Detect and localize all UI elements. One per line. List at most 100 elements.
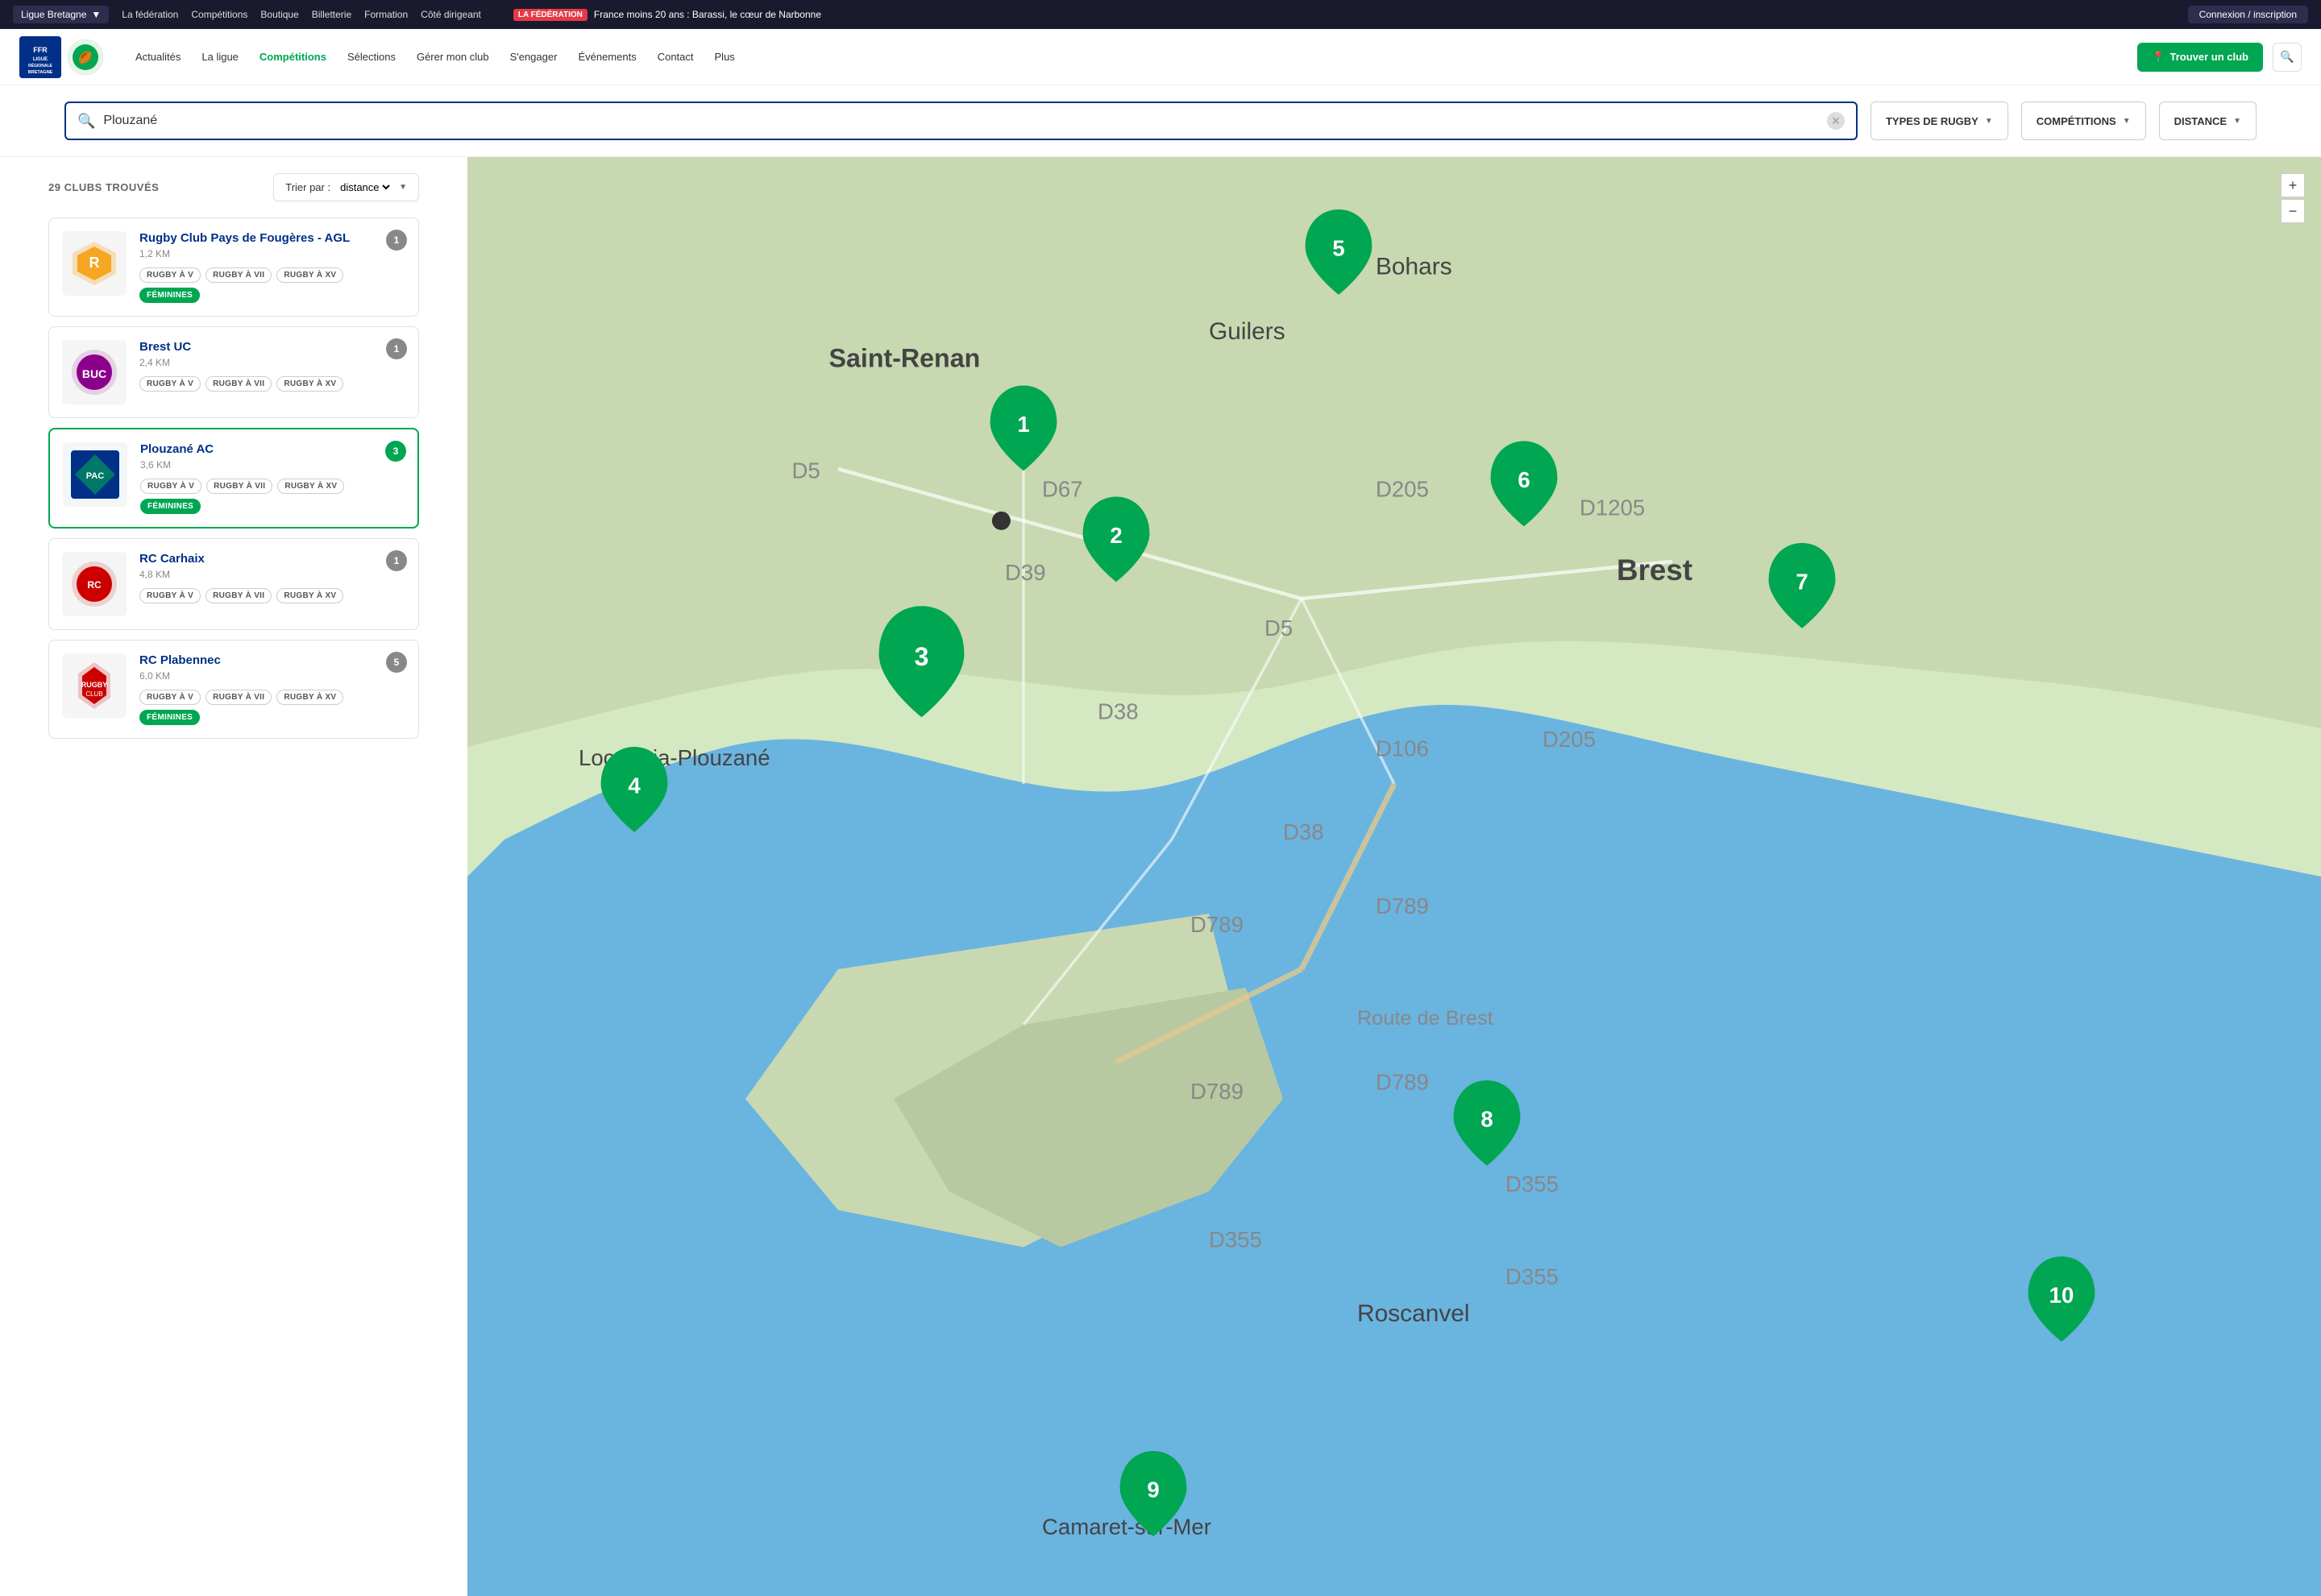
club-distance-2: 2,4 KM (139, 357, 405, 368)
svg-text:CLUB: CLUB (85, 690, 102, 698)
types-rugby-label: TYPES DE RUGBY (1886, 115, 1978, 127)
nav-competitions[interactable]: Compétitions (250, 44, 336, 69)
svg-text:Route de Brest: Route de Brest (1357, 1007, 1493, 1030)
tag-rugby-v: RUGBY À V (139, 267, 201, 283)
nav-formation[interactable]: Formation (364, 9, 408, 20)
svg-text:Roscanvel: Roscanvel (1357, 1300, 1470, 1327)
svg-text:Brest: Brest (1617, 553, 1692, 587)
club-logo-1: R (62, 231, 127, 296)
nav-gerer-club[interactable]: Gérer mon club (407, 44, 499, 69)
svg-text:Saint-Renan: Saint-Renan (829, 344, 981, 373)
search-input[interactable] (103, 114, 1819, 128)
chevron-down-icon: ▼ (91, 9, 101, 20)
tag-rugby-vii: RUGBY À VII (206, 588, 272, 603)
map-area: D5 D67 D205 D1205 D39 D5 D38 D106 D205 D… (467, 157, 2321, 1596)
results-count: 29 CLUBS TROUVÉS (48, 181, 159, 193)
svg-text:BRETAGNE: BRETAGNE (28, 70, 53, 75)
nav-selections[interactable]: Sélections (338, 44, 405, 69)
news-text: France moins 20 ans : Barassi, le cœur d… (594, 9, 821, 20)
svg-text:D355: D355 (1505, 1264, 1559, 1289)
tag-rugby-v: RUGBY À V (140, 479, 201, 494)
nav-items: Actualités La ligue Compétitions Sélecti… (126, 44, 2134, 69)
login-button[interactable]: Connexion / inscription (2188, 6, 2308, 23)
nav-plus[interactable]: Plus (705, 44, 745, 69)
nav-contact[interactable]: Contact (648, 44, 704, 69)
region-label: Ligue Bretagne (21, 9, 86, 20)
club-card-3[interactable]: PAC Plouzané AC 3,6 KM RUGBY À V RUGBY À… (48, 428, 419, 529)
distance-filter[interactable]: DISTANCE ▼ (2159, 102, 2257, 140)
svg-text:D39: D39 (1005, 560, 1046, 585)
sort-label: Trier par : (285, 181, 330, 193)
svg-text:D106: D106 (1376, 736, 1429, 761)
top-banner-news: LA FÉDÉRATION France moins 20 ans : Bara… (513, 9, 2172, 21)
zoom-out-button[interactable]: − (2281, 199, 2305, 223)
nav-evenements[interactable]: Événements (568, 44, 646, 69)
tag-rugby-v: RUGBY À V (139, 376, 201, 392)
svg-text:D355: D355 (1505, 1171, 1559, 1196)
chevron-down-icon: ▼ (2233, 117, 2241, 126)
club-card-5[interactable]: RUGBY CLUB RC Plabennec 6,0 KM RUGBY À V… (48, 640, 419, 739)
nav-competitions[interactable]: Compétitions (191, 9, 247, 20)
svg-text:BUC: BUC (82, 367, 106, 380)
nav-boutique[interactable]: Boutique (260, 9, 298, 20)
club-badge-4: 1 (386, 550, 407, 571)
tag-rugby-vii: RUGBY À VII (206, 479, 272, 494)
region-selector[interactable]: Ligue Bretagne ▼ (13, 6, 109, 23)
club-badge-1: 1 (386, 230, 407, 251)
clear-search-button[interactable]: × (1827, 112, 1845, 130)
content-area: 29 CLUBS TROUVÉS Trier par : distance no… (0, 157, 2321, 1596)
tag-rugby-xv: RUGBY À XV (276, 588, 343, 603)
tag-rugby-vii: RUGBY À VII (206, 690, 272, 705)
tag-rugby-xv: RUGBY À XV (276, 376, 343, 392)
nav-billetterie[interactable]: Billetterie (312, 9, 351, 20)
svg-text:9: 9 (1147, 1478, 1159, 1503)
tag-rugby-vii: RUGBY À VII (206, 376, 272, 392)
find-club-label: Trouver un club (2169, 51, 2248, 63)
svg-text:1: 1 (1017, 412, 1029, 437)
nav-s-engager[interactable]: S'engager (500, 44, 567, 69)
find-club-button[interactable]: 📍 Trouver un club (2137, 43, 2263, 72)
search-icon: 🔍 (2280, 50, 2294, 64)
svg-text:D67: D67 (1042, 477, 1083, 502)
map-pin-dot (992, 512, 1011, 530)
types-rugby-filter[interactable]: TYPES DE RUGBY ▼ (1871, 102, 2008, 140)
chevron-down-icon: ▼ (1985, 117, 1993, 126)
search-icon-input: 🔍 (77, 113, 95, 130)
svg-text:FFR: FFR (33, 46, 48, 54)
svg-text:PAC: PAC (86, 471, 104, 481)
svg-text:4: 4 (628, 773, 641, 798)
results-header: 29 CLUBS TROUVÉS Trier par : distance no… (48, 173, 419, 201)
club-tags-4: RUGBY À V RUGBY À VII RUGBY À XV (139, 588, 405, 603)
svg-text:8: 8 (1480, 1107, 1493, 1132)
club-info-5: RC Plabennec 6,0 KM RUGBY À V RUGBY À VI… (139, 653, 405, 725)
club-tags-3: RUGBY À V RUGBY À VII RUGBY À XV FÉMININ… (140, 479, 405, 514)
club-name-5: RC Plabennec (139, 653, 405, 667)
search-nav-button[interactable]: 🔍 (2273, 43, 2302, 72)
svg-text:10: 10 (2049, 1283, 2074, 1308)
competitions-label: COMPÉTITIONS (2037, 115, 2116, 127)
ffr-logo: FFR LIGUE RÉGIONALE BRETAGNE (19, 36, 61, 78)
svg-text:RC: RC (87, 579, 102, 591)
nav-la-ligue[interactable]: La ligue (192, 44, 248, 69)
svg-text:2: 2 (1110, 523, 1122, 548)
search-input-wrap: 🔍 × (64, 102, 1858, 140)
tag-rugby-vii: RUGBY À VII (206, 267, 272, 283)
svg-text:D789: D789 (1376, 893, 1429, 918)
nav-federation[interactable]: La fédération (122, 9, 178, 20)
nav-cote-dirigeant[interactable]: Côté dirigeant (421, 9, 481, 20)
sort-select[interactable]: Trier par : distance nom ▼ (273, 173, 419, 201)
zoom-in-button[interactable]: + (2281, 173, 2305, 197)
nav-actualites[interactable]: Actualités (126, 44, 190, 69)
sort-dropdown[interactable]: distance nom (337, 180, 392, 194)
club-card-2[interactable]: BUC Brest UC 2,4 KM RUGBY À V RUGBY À VI… (48, 326, 419, 418)
left-panel: 29 CLUBS TROUVÉS Trier par : distance no… (0, 157, 467, 1596)
club-card-1[interactable]: R Rugby Club Pays de Fougères - AGL 1,2 … (48, 218, 419, 317)
club-card-4[interactable]: RC RC Carhaix 4,8 KM RUGBY À V RUGBY À V… (48, 538, 419, 630)
club-info-3: Plouzané AC 3,6 KM RUGBY À V RUGBY À VII… (140, 442, 405, 514)
chevron-down-icon: ▼ (399, 183, 407, 192)
club-logo-3: PAC (63, 442, 127, 507)
competitions-filter[interactable]: COMPÉTITIONS ▼ (2021, 102, 2146, 140)
club-info-4: RC Carhaix 4,8 KM RUGBY À V RUGBY À VII … (139, 552, 405, 616)
club-badge-5: 5 (386, 652, 407, 673)
chevron-down-icon: ▼ (2123, 117, 2131, 126)
